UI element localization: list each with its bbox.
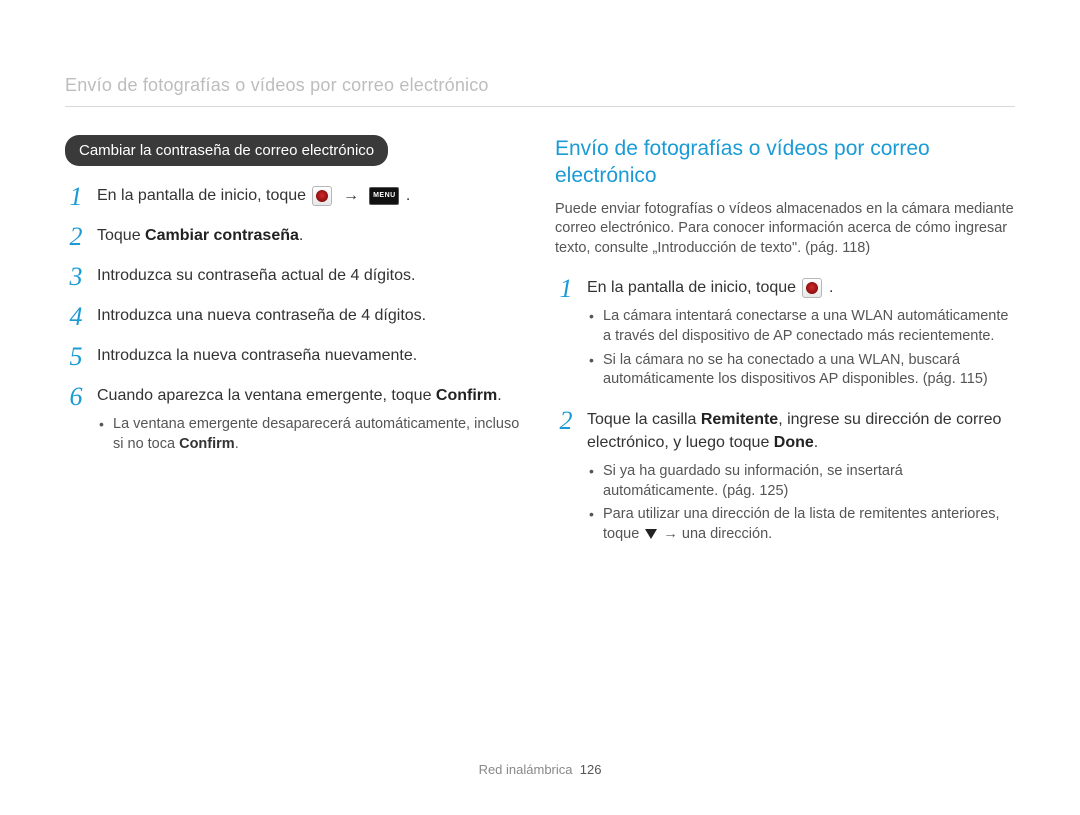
step-number: 6 bbox=[65, 384, 87, 410]
header-breadcrumb: Envío de fotografías o vídeos por correo… bbox=[65, 75, 1015, 106]
step-text: Toque bbox=[97, 227, 145, 244]
email-icon bbox=[312, 186, 332, 206]
step-3: 3 Introduzca su contraseña actual de 4 d… bbox=[65, 264, 525, 290]
step-text: Introduzca su contraseña actual de 4 díg… bbox=[97, 264, 525, 287]
arrow-icon: → bbox=[343, 184, 359, 207]
step-number: 1 bbox=[65, 184, 87, 210]
sub-item: Si ya ha guardado su información, se ins… bbox=[587, 462, 1015, 501]
sub-item: Si la cámara no se ha conectado a una WL… bbox=[587, 351, 1015, 390]
sub-text: → una dirección. bbox=[663, 526, 772, 542]
step-bold: Remitente bbox=[701, 411, 778, 428]
step-text: . bbox=[829, 279, 833, 296]
sub-item: La ventana emergente desaparecerá automá… bbox=[97, 415, 525, 454]
sub-bold: Confirm bbox=[179, 436, 235, 452]
step-number: 2 bbox=[65, 224, 87, 250]
step-bold: Cambiar contraseña bbox=[145, 227, 299, 244]
footer-page-number: 126 bbox=[580, 762, 602, 777]
step-text: . bbox=[406, 187, 410, 204]
footer-section: Red inalámbrica bbox=[479, 762, 573, 777]
step-text: . bbox=[814, 434, 818, 451]
left-column: Cambiar la contraseña de correo electrón… bbox=[65, 135, 525, 562]
step-text: . bbox=[299, 227, 303, 244]
right-column: Envío de fotografías o vídeos por correo… bbox=[555, 135, 1015, 562]
step-number: 1 bbox=[555, 276, 577, 302]
section-intro: Puede enviar fotografías o vídeos almace… bbox=[555, 200, 1015, 259]
step-number: 5 bbox=[65, 344, 87, 370]
step-5: 5 Introduzca la nueva contraseña nuevame… bbox=[65, 344, 525, 370]
step-text: Introduzca la nueva contraseña nuevament… bbox=[97, 344, 525, 367]
step-number: 2 bbox=[555, 408, 577, 434]
step-text: . bbox=[497, 387, 501, 404]
step-number: 3 bbox=[65, 264, 87, 290]
step-1: 1 En la pantalla de inicio, toque → . bbox=[65, 184, 525, 210]
step-2: 2 Toque Cambiar contraseña. bbox=[65, 224, 525, 250]
step-text: En la pantalla de inicio, toque bbox=[587, 279, 800, 296]
sub-text: La ventana emergente desaparecerá automá… bbox=[113, 416, 519, 452]
step-text: Toque la casilla bbox=[587, 411, 701, 428]
section-pill: Cambiar la contraseña de correo electrón… bbox=[65, 135, 388, 166]
header-divider bbox=[65, 106, 1015, 107]
sub-item: Para utilizar una dirección de la lista … bbox=[587, 505, 1015, 544]
step-6: 6 Cuando aparezca la ventana emergente, … bbox=[65, 384, 525, 458]
step-bold: Confirm bbox=[436, 387, 497, 404]
dropdown-icon bbox=[645, 529, 657, 539]
step-text: En la pantalla de inicio, toque bbox=[97, 187, 310, 204]
step-text: Cuando aparezca la ventana emergente, to… bbox=[97, 387, 436, 404]
step-text: Introduzca una nueva contraseña de 4 díg… bbox=[97, 304, 525, 327]
step-2: 2 Toque la casilla Remitente, ingrese su… bbox=[555, 408, 1015, 549]
step-1: 1 En la pantalla de inicio, toque . La c… bbox=[555, 276, 1015, 393]
page-footer: Red inalámbrica 126 bbox=[0, 762, 1080, 777]
sub-text: . bbox=[235, 436, 239, 452]
menu-icon bbox=[369, 187, 399, 205]
step-4: 4 Introduzca una nueva contraseña de 4 d… bbox=[65, 304, 525, 330]
step-bold: Done bbox=[774, 434, 814, 451]
step-number: 4 bbox=[65, 304, 87, 330]
section-title: Envío de fotografías o vídeos por correo… bbox=[555, 135, 1015, 190]
sub-item: La cámara intentará conectarse a una WLA… bbox=[587, 307, 1015, 346]
email-icon bbox=[802, 278, 822, 298]
